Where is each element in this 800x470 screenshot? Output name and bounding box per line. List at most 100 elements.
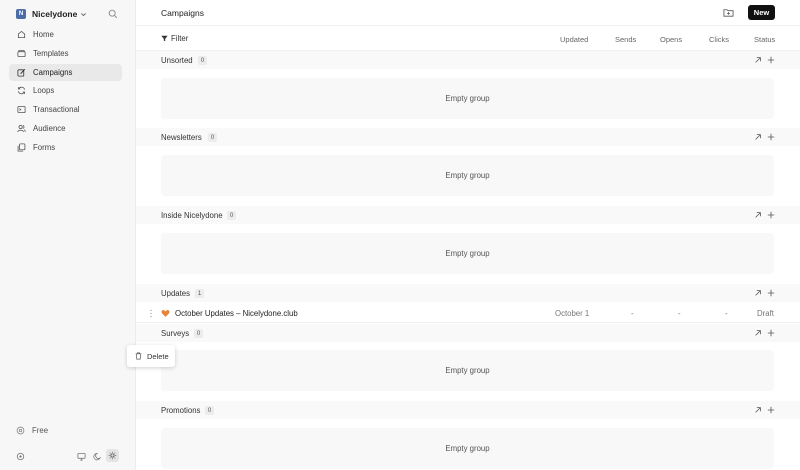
templates-icon: [17, 50, 26, 57]
arrow-up-right-icon[interactable]: [754, 133, 762, 141]
group-count: 0: [198, 56, 207, 65]
plus-icon[interactable]: [767, 133, 775, 141]
group-name: Unsorted: [161, 56, 193, 65]
column-opens[interactable]: Opens: [660, 35, 682, 44]
plan-badge[interactable]: Free: [16, 426, 48, 435]
group-inside-nicelydone: Inside Nicelydone 0 Empty group: [136, 206, 800, 274]
empty-group-placeholder: Empty group: [161, 233, 774, 274]
campaign-sends: -: [631, 309, 634, 318]
group-header: Surveys 0: [136, 324, 800, 342]
group-newsletters: Newsletters 0 Empty group: [136, 128, 800, 196]
column-status[interactable]: Status: [754, 35, 775, 44]
audience-icon: [17, 124, 26, 133]
delete-menu-item[interactable]: Delete: [127, 345, 175, 367]
sidebar-item-audience[interactable]: Audience: [9, 120, 122, 137]
new-campaign-button[interactable]: New: [748, 5, 775, 20]
topbar: Campaigns New: [136, 0, 800, 26]
workspace-logo: N: [16, 9, 26, 19]
search-icon[interactable]: [108, 9, 118, 19]
group-promotions: Promotions 0 Empty group: [136, 401, 800, 469]
group-count: 1: [195, 289, 204, 298]
group-surveys: Surveys 0 Empty group: [136, 324, 800, 391]
heart-icon: [161, 310, 170, 317]
sidebar-footer: [0, 447, 136, 465]
group-name: Surveys: [161, 329, 190, 338]
sidebar-item-home[interactable]: Home: [9, 26, 122, 43]
campaign-clicks: -: [725, 309, 728, 318]
group-header: Promotions 0: [136, 401, 800, 419]
empty-group-placeholder: Empty group: [161, 155, 774, 196]
group-unsorted: Unsorted 0 Empty group: [136, 51, 800, 119]
sidebar-item-transactional[interactable]: Transactional: [9, 101, 122, 118]
sidebar-item-templates[interactable]: Templates: [9, 45, 122, 62]
chevron-down-icon: [81, 12, 87, 16]
arrow-up-right-icon[interactable]: [754, 56, 762, 64]
group-updates: Updates 1: [136, 284, 800, 302]
sidebar-item-label: Home: [33, 30, 54, 39]
loops-icon: [17, 87, 26, 95]
table-header: Filter Updated Sends Opens Clicks Status: [136, 26, 800, 51]
plus-icon[interactable]: [767, 329, 775, 337]
empty-group-placeholder: Empty group: [161, 78, 774, 119]
transactional-icon: [17, 106, 26, 114]
campaign-updated: October 1: [555, 309, 590, 318]
group-count: 0: [227, 211, 236, 220]
settings-icon[interactable]: [15, 451, 25, 461]
drag-handle-icon[interactable]: [149, 309, 153, 318]
group-name: Inside Nicelydone: [161, 211, 223, 220]
campaigns-icon: [17, 68, 26, 77]
column-updated[interactable]: Updated: [560, 35, 588, 44]
empty-group-placeholder: Empty group: [161, 428, 774, 469]
sidebar-item-label: Transactional: [33, 105, 80, 115]
main-panel: Campaigns New Filter Updated Sends Opens…: [136, 0, 800, 470]
plan-icon: [16, 426, 25, 435]
filter-button[interactable]: Filter: [161, 34, 188, 43]
group-count: 0: [208, 133, 217, 142]
group-count: 0: [194, 329, 203, 338]
plus-icon[interactable]: [767, 406, 775, 414]
table-row[interactable]: October Updates – Nicelydone.club Octobe…: [136, 304, 800, 323]
sidebar-item-label: Loops: [33, 86, 55, 96]
sidebar-item-loops[interactable]: Loops: [9, 82, 122, 99]
new-folder-icon[interactable]: [723, 7, 734, 18]
group-name: Promotions: [161, 406, 201, 415]
sidebar-item-label: Audience: [33, 123, 66, 133]
group-header: Newsletters 0: [136, 128, 800, 146]
arrow-up-right-icon[interactable]: [754, 329, 762, 337]
empty-group-placeholder: Empty group: [161, 350, 774, 391]
sidebar-nav: Home Templates Campaigns Loops Transacti…: [9, 26, 122, 158]
workspace-name: Nicelydone: [32, 9, 78, 19]
sidebar-item-label: Campaigns: [33, 67, 73, 77]
group-name: Newsletters: [161, 133, 202, 142]
moon-icon[interactable]: [92, 451, 102, 461]
column-clicks[interactable]: Clicks: [709, 35, 729, 44]
filter-icon: [161, 35, 168, 42]
group-header: Unsorted 0: [136, 51, 800, 69]
plan-label: Free: [32, 426, 49, 435]
campaign-opens: -: [678, 309, 681, 318]
campaign-title: October Updates – Nicelydone.club: [175, 309, 298, 318]
arrow-up-right-icon[interactable]: [754, 406, 762, 414]
group-name: Updates: [161, 289, 191, 298]
workspace-switcher[interactable]: N Nicelydone: [16, 8, 87, 20]
arrow-up-right-icon[interactable]: [754, 289, 762, 297]
sidebar-item-campaigns[interactable]: Campaigns: [9, 63, 122, 81]
group-header: Inside Nicelydone 0: [136, 206, 800, 224]
column-sends[interactable]: Sends: [615, 35, 636, 44]
group-count: 0: [205, 406, 214, 415]
sidebar-item-forms[interactable]: Forms: [9, 139, 122, 156]
plus-icon[interactable]: [767, 211, 775, 219]
sun-icon[interactable]: [106, 449, 119, 462]
plus-icon[interactable]: [767, 56, 775, 64]
group-header: Updates 1: [136, 284, 800, 302]
home-icon: [17, 30, 26, 39]
arrow-up-right-icon[interactable]: [754, 211, 762, 219]
delete-label: Delete: [147, 351, 169, 361]
forms-icon: [17, 143, 26, 152]
trash-icon: [135, 352, 142, 360]
plus-icon[interactable]: [767, 289, 775, 297]
sidebar-item-label: Forms: [33, 142, 56, 152]
sidebar: N Nicelydone Home Templates Campaigns Lo…: [0, 0, 136, 470]
monitor-icon[interactable]: [76, 451, 86, 461]
sidebar-item-label: Templates: [33, 48, 69, 58]
